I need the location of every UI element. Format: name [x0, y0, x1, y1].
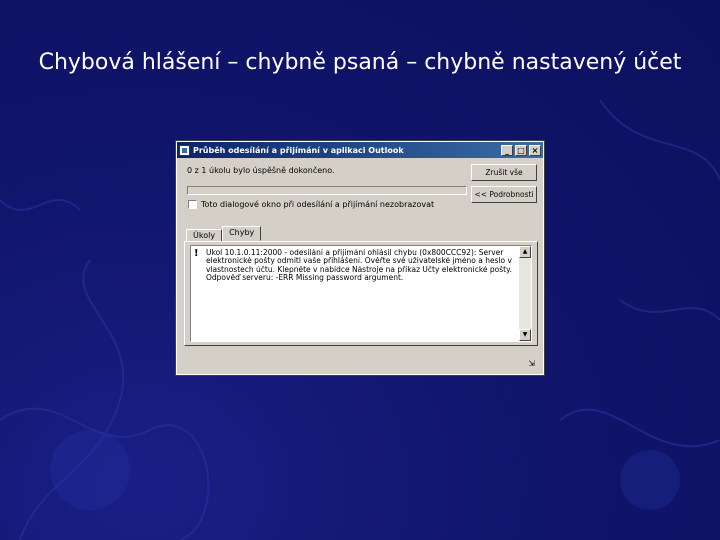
- title-bar[interactable]: Průběh odesílání a přijímání v aplikaci …: [177, 142, 543, 158]
- minimize-button[interactable]: _: [501, 144, 513, 156]
- tab-strip: Úkoly Chyby: [186, 226, 262, 241]
- scroll-down-icon[interactable]: ▼: [519, 329, 531, 341]
- error-line: Odpověď serveru: -ERR Missing password a…: [206, 274, 404, 283]
- tab-errors[interactable]: Chyby: [222, 226, 262, 241]
- tab-tasks[interactable]: Úkoly: [186, 229, 223, 241]
- status-text: 0 z 1 úkolu bylo úspěšně dokončeno.: [187, 166, 335, 175]
- list-item[interactable]: ! Úkol 10.1.0.11:2000 - odesílání a přij…: [194, 249, 514, 283]
- send-receive-progress-dialog: Průběh odesílání a přijímání v aplikaci …: [175, 140, 545, 376]
- cancel-all-button[interactable]: Zrušit vše: [471, 164, 537, 181]
- error-line: vlastnostech účtu. Klepněte v nabídce Ná…: [206, 265, 512, 274]
- errors-panel: ! Úkol 10.1.0.11:2000 - odesílání a přij…: [184, 241, 538, 346]
- error-message: Úkol 10.1.0.11:2000 - odesílání a přijím…: [206, 249, 512, 283]
- scroll-up-icon[interactable]: ▲: [519, 246, 531, 258]
- resize-grip-icon[interactable]: ⇲: [528, 359, 535, 368]
- error-list[interactable]: ! Úkol 10.1.0.11:2000 - odesílání a přij…: [190, 245, 532, 342]
- vertical-scrollbar[interactable]: ▲ ▼: [519, 246, 531, 341]
- error-line: Úkol 10.1.0.11:2000 - odesílání a přijím…: [206, 249, 504, 257]
- details-button[interactable]: << Podrobnosti: [471, 186, 537, 203]
- window-title: Průběh odesílání a přijímání v aplikaci …: [193, 145, 404, 155]
- warning-icon: !: [194, 248, 199, 259]
- hide-dialog-checkbox[interactable]: [188, 200, 197, 209]
- hide-dialog-label: Toto dialogové okno při odesílání a přij…: [201, 200, 435, 209]
- progress-bar: [187, 186, 467, 195]
- outlook-icon: [179, 144, 190, 156]
- maximize-button[interactable]: □: [515, 144, 527, 156]
- error-line: elektronické pošty odmítl vaše přihlášen…: [206, 257, 512, 266]
- slide-title: Chybová hlášení – chybně psaná – chybně …: [38, 50, 682, 75]
- hide-dialog-option[interactable]: Toto dialogové okno při odesílání a přij…: [188, 200, 434, 209]
- close-button[interactable]: ×: [529, 144, 541, 156]
